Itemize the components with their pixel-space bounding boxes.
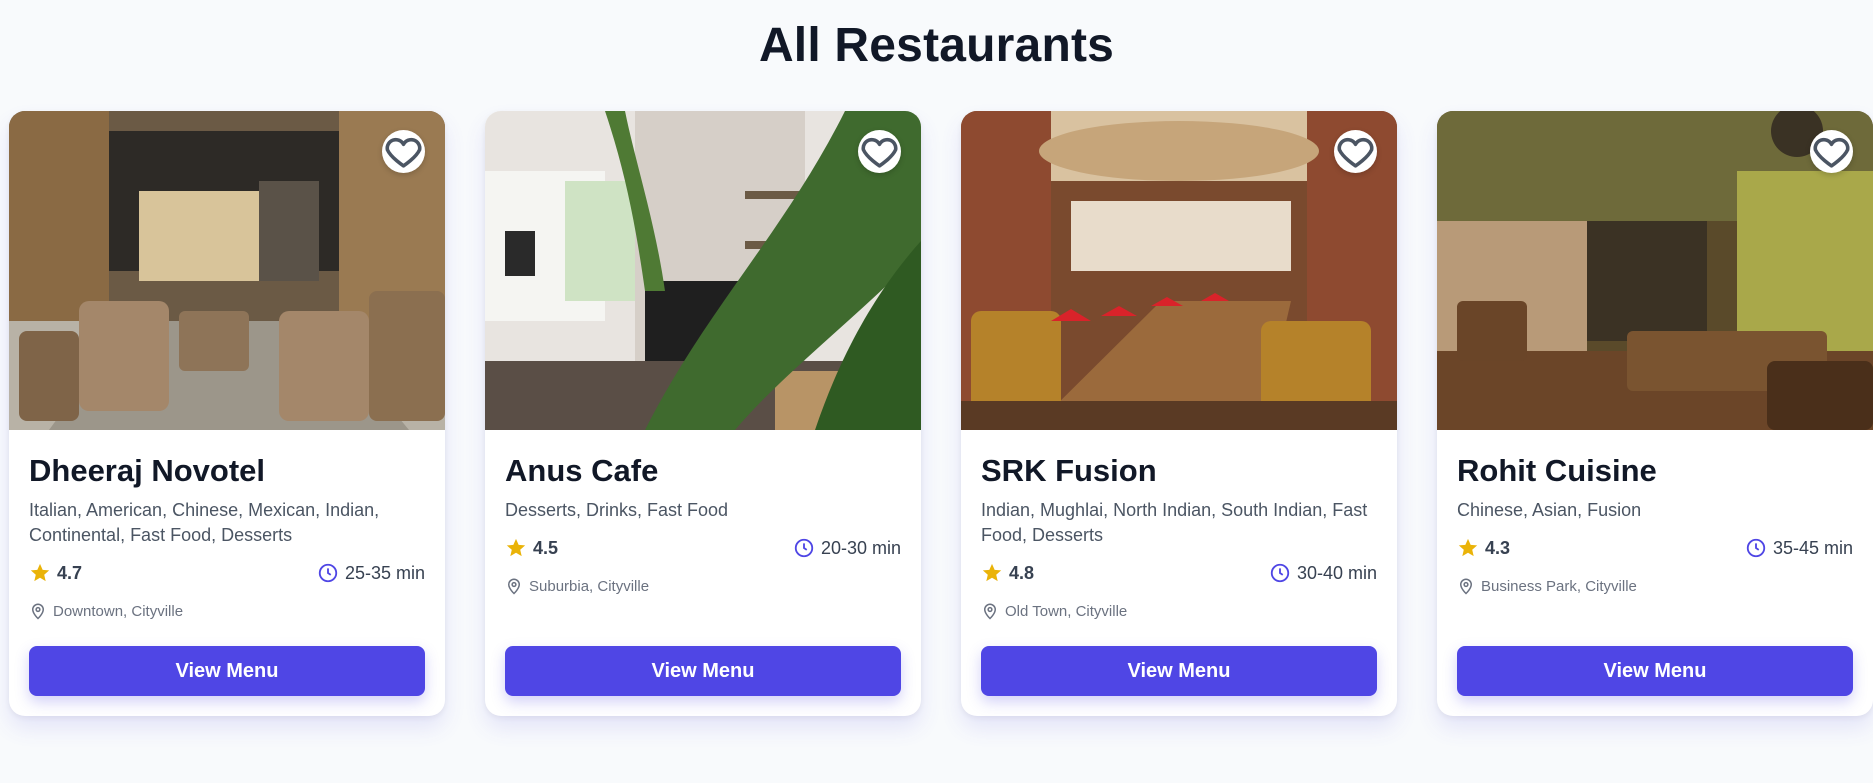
heart-icon <box>385 137 422 168</box>
favorite-button[interactable] <box>1334 130 1377 173</box>
heart-icon <box>1813 137 1850 168</box>
location-text: Old Town, Cityville <box>1005 602 1128 620</box>
rating: 4.7 <box>29 562 82 584</box>
rating: 4.8 <box>981 562 1034 584</box>
clock-icon <box>1746 538 1766 558</box>
delivery-time-value: 35-45 min <box>1772 537 1853 558</box>
view-menu-button[interactable]: View Menu <box>1457 646 1853 696</box>
rating-value: 4.5 <box>533 537 559 558</box>
clock-icon <box>794 538 814 558</box>
delivery-time-value: 20-30 min <box>820 537 901 558</box>
view-menu-button[interactable]: View Menu <box>981 646 1377 696</box>
rating-value: 4.7 <box>57 562 83 583</box>
rating: 4.5 <box>505 537 558 559</box>
delivery-time: 25-35 min <box>317 562 425 584</box>
clock-icon <box>1270 563 1290 583</box>
view-menu-button[interactable]: View Menu <box>505 646 901 696</box>
restaurant-name: Rohit Cuisine <box>1457 453 1657 488</box>
map-pin-icon <box>1459 578 1473 595</box>
location-text: Downtown, Cityville <box>53 602 184 620</box>
map-pin-icon <box>983 603 997 620</box>
star-icon <box>982 563 1002 582</box>
rating-value: 4.3 <box>1485 537 1511 558</box>
restaurant-card: Anus Cafe Desserts, Drinks, Fast Food 4.… <box>485 111 921 716</box>
star-icon <box>30 563 50 582</box>
delivery-time-value: 25-35 min <box>344 562 425 583</box>
map-pin-icon <box>31 603 45 620</box>
restaurant-card: SRK Fusion Indian, Mughlai, North Indian… <box>961 111 1397 716</box>
rating-value: 4.8 <box>1009 562 1035 583</box>
restaurant-grid: Dheeraj Novotel Italian, American, Chine… <box>9 111 1873 716</box>
restaurant-name: SRK Fusion <box>981 453 1157 488</box>
restaurant-card: Rohit Cuisine Chinese, Asian, Fusion 4.3… <box>1437 111 1873 716</box>
restaurant-card: Dheeraj Novotel Italian, American, Chine… <box>9 111 445 716</box>
restaurant-name: Dheeraj Novotel <box>29 453 266 488</box>
restaurant-photo[interactable] <box>1437 111 1873 430</box>
restaurant-cuisines: Desserts, Drinks, Fast Food <box>505 500 729 520</box>
favorite-button[interactable] <box>858 130 901 173</box>
restaurant-name: Anus Cafe <box>505 453 659 488</box>
restaurant-cuisines: Indian, Mughlai, North Indian, South Ind… <box>981 500 1368 545</box>
heart-icon <box>861 137 898 168</box>
page-title: All Restaurants <box>758 19 1115 72</box>
location-text: Suburbia, Cityville <box>529 577 650 595</box>
star-icon <box>1458 538 1478 557</box>
star-icon <box>506 538 526 557</box>
location-text: Business Park, Cityville <box>1481 577 1637 595</box>
heart-icon <box>1337 137 1374 168</box>
delivery-time: 35-45 min <box>1745 537 1853 559</box>
delivery-time-value: 30-40 min <box>1296 562 1377 583</box>
location: Business Park, Cityville <box>1457 575 1853 597</box>
restaurant-photo[interactable] <box>961 111 1397 430</box>
view-menu-button[interactable]: View Menu <box>29 646 425 696</box>
delivery-time: 30-40 min <box>1269 562 1377 584</box>
location: Downtown, Cityville <box>29 600 425 622</box>
restaurant-cuisines: Chinese, Asian, Fusion <box>1457 500 1642 520</box>
map-pin-icon <box>507 578 521 595</box>
location: Old Town, Cityville <box>981 600 1377 622</box>
restaurant-photo[interactable] <box>9 111 445 430</box>
favorite-button[interactable] <box>1810 130 1853 173</box>
clock-icon <box>318 563 338 583</box>
restaurant-photo[interactable] <box>485 111 921 430</box>
rating: 4.3 <box>1457 537 1510 559</box>
restaurant-cuisines: Italian, American, Chinese, Mexican, Ind… <box>29 500 380 545</box>
delivery-time: 20-30 min <box>793 537 901 559</box>
location: Suburbia, Cityville <box>505 575 901 597</box>
favorite-button[interactable] <box>382 130 425 173</box>
